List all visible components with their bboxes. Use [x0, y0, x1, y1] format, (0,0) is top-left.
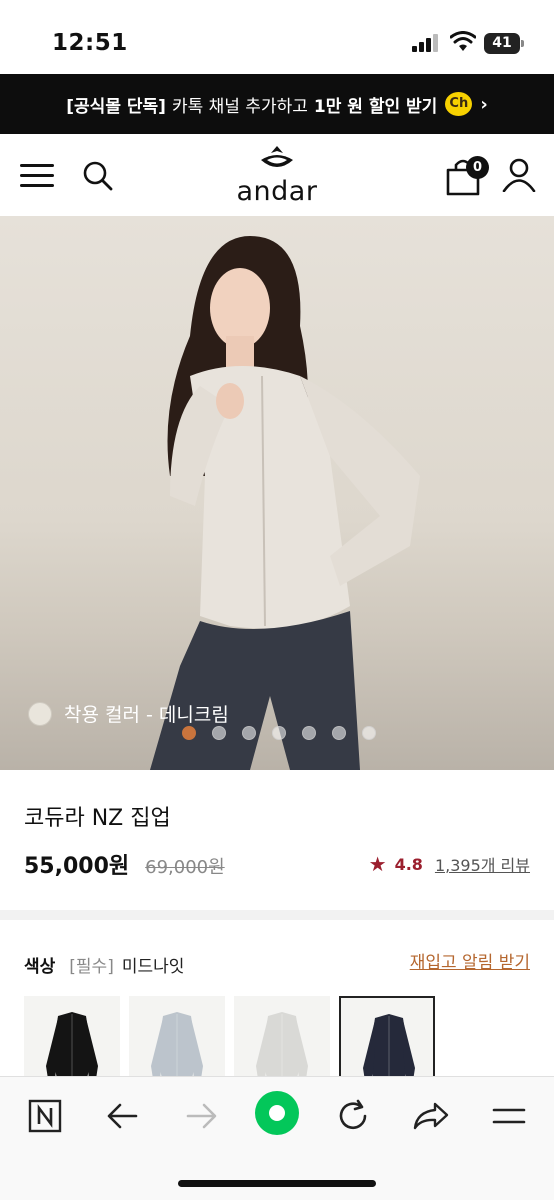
search-icon[interactable]: [82, 160, 114, 192]
logo-text: andar: [236, 176, 318, 207]
color-option-row: 색상 [필수] 미드나잇: [24, 952, 184, 977]
wifi-icon: [450, 31, 476, 51]
promo-text: 카톡 채널 추가하고: [171, 96, 308, 117]
arrow-left-icon[interactable]: [100, 1093, 146, 1139]
sale-price: 55,000원: [24, 854, 130, 879]
option-selected-value: 미드나잇: [121, 957, 185, 977]
price-row: 55,000원 69,000원: [24, 848, 225, 880]
product-hero-image[interactable]: 착용 컬러 - 데니크림: [0, 216, 554, 770]
andar-logo[interactable]: andar: [232, 144, 322, 208]
review-count-link[interactable]: 1,395개 리뷰: [435, 852, 530, 876]
carousel-dot[interactable]: [272, 726, 286, 740]
star-icon: ★: [368, 852, 387, 876]
site-header: andar 0: [0, 134, 554, 216]
green-circle-icon[interactable]: [253, 1089, 301, 1137]
carousel-dots: [182, 726, 376, 740]
promo-bold: 1만 원 할인 받기: [313, 96, 438, 117]
menu-icon[interactable]: [20, 162, 54, 188]
cart-count-badge: 0: [466, 156, 489, 179]
share-icon[interactable]: [408, 1093, 454, 1139]
color-swatch: [28, 701, 52, 726]
carousel-dot[interactable]: [212, 726, 226, 740]
original-price: 69,000원: [145, 857, 225, 878]
worn-color-text: 착용 컬러 - 데니크림: [64, 704, 229, 726]
rating: ★ 4.8 1,395개 리뷰: [369, 852, 530, 876]
status-bar: 12:51 41: [0, 0, 554, 74]
promo-banner[interactable]: [공식몰 단독] 카톡 채널 추가하고 1만 원 할인 받기 Ch ›: [0, 74, 554, 134]
rating-value: 4.8: [394, 854, 423, 874]
carousel-dot[interactable]: [242, 726, 256, 740]
user-icon[interactable]: [502, 158, 536, 192]
section-divider: [0, 910, 554, 920]
refresh-icon[interactable]: [330, 1093, 376, 1139]
model-image: [150, 236, 420, 770]
battery-level: 41: [484, 33, 520, 54]
promo-tag: [공식몰 단독]: [66, 96, 166, 117]
carousel-dot[interactable]: [302, 726, 316, 740]
carousel-dot[interactable]: [182, 726, 196, 740]
chevron-right-icon: ›: [480, 93, 488, 115]
status-time: 12:51: [52, 30, 128, 56]
carousel-dot[interactable]: [362, 726, 376, 740]
battery-icon: 41: [484, 33, 524, 54]
n-icon[interactable]: [22, 1093, 68, 1139]
arrow-right-icon: [178, 1093, 224, 1139]
option-required: [필수]: [69, 957, 114, 977]
product-name: 코듀라 NZ 집업: [24, 806, 171, 831]
home-indicator[interactable]: [178, 1180, 376, 1187]
logo-mark-icon: [261, 146, 293, 167]
menu-lines-icon[interactable]: [486, 1093, 532, 1139]
carousel-dot[interactable]: [332, 726, 346, 740]
option-title: 색상: [24, 957, 56, 977]
signal-icon: [412, 34, 442, 52]
worn-color-label: 착용 컬러 - 데니크림: [28, 700, 229, 727]
kakao-channel-icon: Ch: [445, 92, 473, 116]
restock-alert-link[interactable]: 재입고 알림 받기: [410, 948, 530, 973]
